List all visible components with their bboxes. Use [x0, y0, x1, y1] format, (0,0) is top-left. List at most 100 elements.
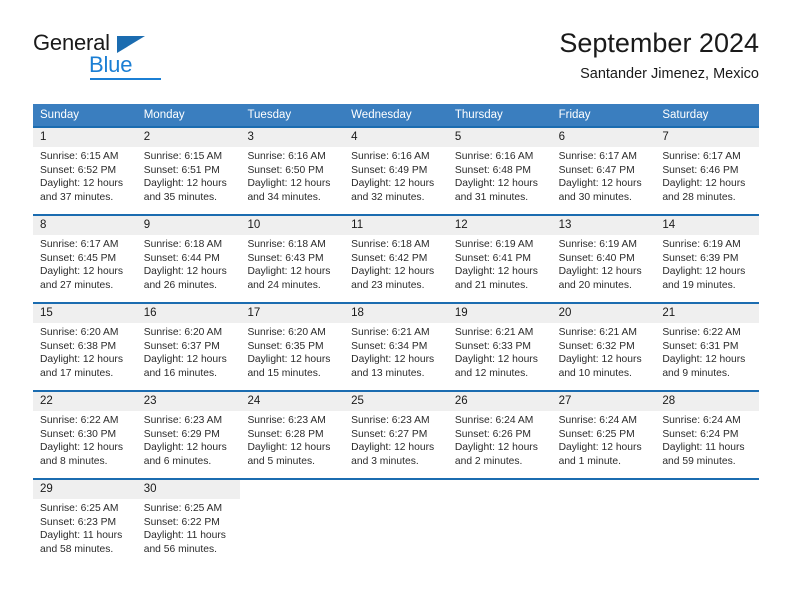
day-cell[interactable]: 2 Sunrise: 6:15 AM Sunset: 6:51 PM Daylight…: [136, 128, 241, 214]
day-cell[interactable]: 26 Sunrise: 6:24 AM Sunset: 6:26 PM Dayligh…: [447, 392, 552, 478]
week-row: 29 Sunrise: 6:25 AM Sunset: 6:23 PM Dayligh…: [33, 478, 759, 566]
day-details: Sunrise: 6:17 AM Sunset: 6:46 PM Daylight:…: [655, 147, 759, 204]
sunset-text: Sunset: 6:38 PM: [40, 340, 117, 352]
sunrise-text: Sunrise: 6:19 AM: [454, 239, 534, 250]
day-cell[interactable]: 9 Sunrise: 6:18 AM Sunset: 6:44 PM Daylight…: [136, 216, 241, 302]
day-cell[interactable]: 1 Sunrise: 6:15 AM Sunset: 6:52 PM Daylight…: [33, 128, 137, 214]
sunrise-text: Sunrise: 6:17 AM: [40, 239, 119, 250]
day-number: 13: [551, 216, 656, 235]
daylight-text-line2: and 32 minutes.: [351, 191, 425, 203]
day-cell[interactable]: 12 Sunrise: 6:19 AM Sunset: 6:41 PM Dayligh…: [447, 216, 552, 302]
day-number: 4: [344, 128, 448, 147]
day-number: 27: [551, 392, 656, 411]
day-details: Sunrise: 6:23 AM Sunset: 6:28 PM Daylight:…: [240, 411, 344, 468]
day-details: Sunrise: 6:21 AM Sunset: 6:32 PM Daylight:…: [552, 323, 656, 380]
daylight-text-line2: and 58 minutes.: [40, 543, 114, 555]
daylight-text-line1: Daylight: 11 hours: [143, 530, 226, 542]
sunset-text: Sunset: 6:26 PM: [454, 428, 532, 440]
day-details: Sunrise: 6:24 AM Sunset: 6:26 PM Daylight:…: [448, 411, 552, 468]
day-cell[interactable]: 4 Sunrise: 6:16 AM Sunset: 6:49 PM Daylight…: [344, 128, 448, 214]
sunset-text: Sunset: 6:43 PM: [247, 252, 324, 264]
sunset-text: Sunset: 6:30 PM: [40, 428, 117, 440]
daylight-text-line1: Daylight: 12 hours: [662, 266, 746, 278]
day-cell[interactable]: 28 Sunrise: 6:24 AM Sunset: 6:24 PM Dayligh…: [655, 392, 760, 478]
day-cell-empty: [655, 480, 759, 566]
day-cell[interactable]: 22 Sunrise: 6:22 AM Sunset: 6:30 PM Dayligh…: [33, 392, 137, 478]
day-cell[interactable]: 11 Sunrise: 6:18 AM Sunset: 6:42 PM Dayligh…: [344, 216, 448, 302]
day-cell[interactable]: 19 Sunrise: 6:21 AM Sunset: 6:33 PM Dayligh…: [447, 304, 552, 390]
logo-text-blue: Blue: [89, 52, 133, 77]
sunrise-text: Sunrise: 6:25 AM: [143, 503, 223, 514]
day-cell[interactable]: 23 Sunrise: 6:23 AM Sunset: 6:29 PM Dayligh…: [136, 392, 241, 478]
day-cell[interactable]: 27 Sunrise: 6:24 AM Sunset: 6:25 PM Dayligh…: [551, 392, 656, 478]
day-details: Sunrise: 6:16 AM Sunset: 6:49 PM Daylight:…: [344, 147, 448, 204]
general-blue-logo[interactable]: General Blue: [33, 30, 253, 80]
day-cell[interactable]: 13 Sunrise: 6:19 AM Sunset: 6:40 PM Dayligh…: [551, 216, 656, 302]
day-details: Sunrise: 6:21 AM Sunset: 6:34 PM Daylight:…: [344, 323, 448, 380]
day-number: 5: [447, 128, 552, 147]
day-cell[interactable]: 18 Sunrise: 6:21 AM Sunset: 6:34 PM Dayligh…: [344, 304, 448, 390]
logo-flag-icon: [117, 36, 145, 53]
week-row: 22 Sunrise: 6:22 AM Sunset: 6:30 PM Dayligh…: [33, 390, 760, 478]
day-cell[interactable]: 15 Sunrise: 6:20 AM Sunset: 6:38 PM Dayligh…: [33, 304, 137, 390]
sunset-text: Sunset: 6:46 PM: [662, 164, 739, 176]
day-cell[interactable]: 8 Sunrise: 6:17 AM Sunset: 6:45 PM Daylight…: [33, 216, 137, 302]
day-cell[interactable]: 10 Sunrise: 6:18 AM Sunset: 6:43 PM Dayligh…: [240, 216, 345, 302]
daylight-text-line1: Daylight: 12 hours: [40, 442, 123, 454]
weekday-header-sunday: Sunday: [40, 109, 80, 121]
sunrise-text: Sunrise: 6:24 AM: [662, 415, 741, 426]
title-block: September 2024 Santander Jimenez, Mexico: [559, 26, 759, 85]
daylight-text-line2: and 13 minutes.: [351, 367, 425, 379]
weekday-header-monday: Monday: [143, 109, 185, 121]
sunset-text: Sunset: 6:39 PM: [662, 252, 739, 264]
day-number: 17: [240, 304, 345, 323]
sunset-text: Sunset: 6:45 PM: [40, 252, 117, 264]
day-number: 24: [240, 392, 345, 411]
day-cell[interactable]: 30 Sunrise: 6:25 AM Sunset: 6:22 PM Dayligh…: [136, 480, 241, 566]
day-cell[interactable]: 3 Sunrise: 6:16 AM Sunset: 6:50 PM Daylight…: [240, 128, 345, 214]
daylight-text-line1: Daylight: 12 hours: [40, 354, 123, 366]
day-number: 19: [447, 304, 552, 323]
day-number: 14: [655, 216, 760, 235]
day-cell[interactable]: 6 Sunrise: 6:17 AM Sunset: 6:47 PM Daylight…: [551, 128, 656, 214]
daylight-text-line2: and 5 minutes.: [247, 455, 315, 467]
day-details: Sunrise: 6:15 AM Sunset: 6:52 PM Daylight:…: [33, 147, 137, 204]
day-details: Sunrise: 6:15 AM Sunset: 6:51 PM Daylight:…: [137, 147, 241, 204]
day-number: [240, 480, 344, 499]
day-details: Sunrise: 6:23 AM Sunset: 6:27 PM Daylight:…: [344, 411, 448, 468]
day-cell[interactable]: 16 Sunrise: 6:20 AM Sunset: 6:37 PM Dayligh…: [136, 304, 241, 390]
daylight-text-line2: and 37 minutes.: [40, 191, 114, 203]
calendar-grid: Sunday Monday Tuesday Wednesday Thursday…: [33, 104, 760, 566]
day-number: 20: [551, 304, 656, 323]
day-cell[interactable]: 14 Sunrise: 6:19 AM Sunset: 6:39 PM Dayligh…: [655, 216, 760, 302]
sunrise-text: Sunrise: 6:21 AM: [558, 327, 638, 338]
daylight-text-line2: and 23 minutes.: [351, 279, 425, 291]
daylight-text-line1: Daylight: 12 hours: [247, 178, 331, 190]
sunset-text: Sunset: 6:32 PM: [558, 340, 635, 352]
daylight-text-line1: Daylight: 12 hours: [558, 178, 642, 190]
day-number: 16: [136, 304, 241, 323]
day-number: 21: [655, 304, 760, 323]
daylight-text-line1: Daylight: 12 hours: [143, 442, 227, 454]
day-number: 23: [136, 392, 241, 411]
day-cell[interactable]: 7 Sunrise: 6:17 AM Sunset: 6:46 PM Daylight…: [655, 128, 760, 214]
day-number: 28: [655, 392, 760, 411]
daylight-text-line2: and 56 minutes.: [143, 543, 217, 555]
day-cell[interactable]: 21 Sunrise: 6:22 AM Sunset: 6:31 PM Dayligh…: [655, 304, 760, 390]
sunrise-text: Sunrise: 6:15 AM: [40, 151, 119, 162]
day-number: 3: [240, 128, 345, 147]
day-cell[interactable]: 24 Sunrise: 6:23 AM Sunset: 6:28 PM Dayligh…: [240, 392, 345, 478]
sunrise-text: Sunrise: 6:18 AM: [247, 239, 326, 250]
day-cell[interactable]: 17 Sunrise: 6:20 AM Sunset: 6:35 PM Dayligh…: [240, 304, 345, 390]
sunrise-text: Sunrise: 6:16 AM: [351, 151, 430, 162]
day-number: [344, 480, 448, 499]
daylight-text-line1: Daylight: 11 hours: [40, 530, 123, 542]
day-cell[interactable]: 25 Sunrise: 6:23 AM Sunset: 6:27 PM Dayligh…: [344, 392, 448, 478]
day-details: Sunrise: 6:21 AM Sunset: 6:33 PM Daylight:…: [448, 323, 552, 380]
day-number: 29: [33, 480, 137, 499]
day-cell[interactable]: 5 Sunrise: 6:16 AM Sunset: 6:48 PM Daylight…: [447, 128, 552, 214]
day-cell[interactable]: 29 Sunrise: 6:25 AM Sunset: 6:23 PM Dayligh…: [33, 480, 137, 566]
day-cell[interactable]: 20 Sunrise: 6:21 AM Sunset: 6:32 PM Dayligh…: [551, 304, 656, 390]
day-number: 25: [344, 392, 448, 411]
day-number: 15: [33, 304, 137, 323]
